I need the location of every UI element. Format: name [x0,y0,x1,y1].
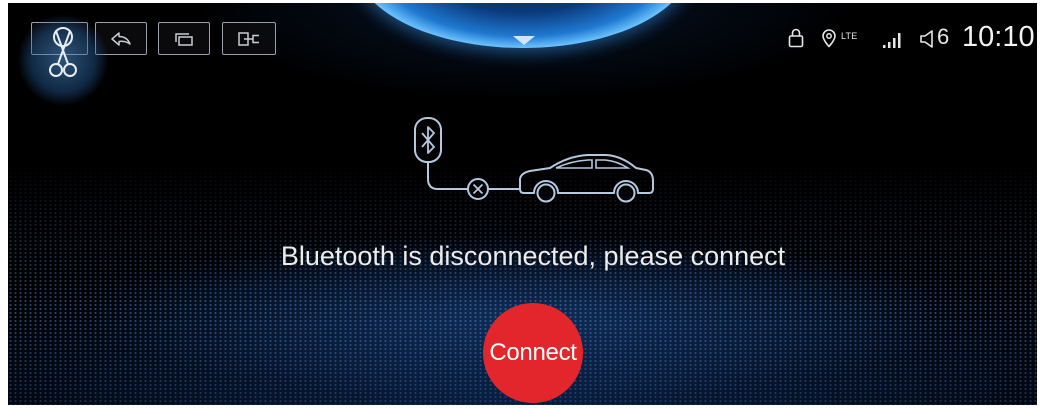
location-pin-icon [822,29,836,48]
bluetooth-status-message: Bluetooth is disconnected, please connec… [280,241,786,271]
recent-apps-button[interactable] [158,22,210,55]
connect-button-label: Connect [489,339,577,366]
head-unit-screen: LTE 6 10:10 Bluetooth is disconnected, p… [8,3,1037,405]
car-icon [519,154,654,203]
connection-line [427,162,468,190]
speaker-icon [920,30,933,48]
recent-apps-icon [175,32,193,46]
bluetooth-icon [414,117,442,163]
back-arrow-icon [111,31,131,46]
screenshot-scissors-icon[interactable] [43,23,83,81]
volume-level: 6 [937,24,950,49]
exit-button[interactable] [222,22,276,55]
signal-bars-icon [883,33,901,48]
network-type-label: LTE [841,31,858,41]
chevron-down-icon[interactable] [513,36,535,45]
lock-icon [788,28,804,48]
bluetooth-disconnected-illustration [414,117,654,203]
disconnected-icon [467,178,489,200]
clock-time: 10:10 [962,21,1035,53]
exit-icon [238,31,259,46]
connect-button[interactable]: Connect [483,303,583,403]
